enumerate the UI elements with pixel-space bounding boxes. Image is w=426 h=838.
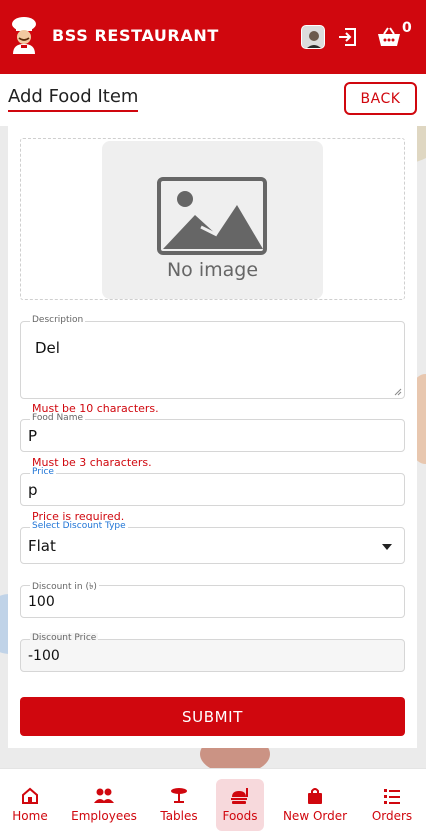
price-value: p bbox=[28, 481, 38, 499]
table-icon bbox=[171, 788, 187, 803]
nav-orders-label: Orders bbox=[371, 809, 413, 823]
logout-icon[interactable] bbox=[337, 26, 359, 48]
food-name-label: Food Name bbox=[30, 413, 85, 423]
bottom-navigation: Home Employees Tables Foods New Order Or… bbox=[0, 768, 426, 838]
shopping-bag-icon bbox=[308, 788, 322, 804]
app-title: BSS RESTAURANT bbox=[52, 26, 219, 45]
back-button[interactable]: BACK bbox=[344, 82, 417, 115]
home-icon bbox=[22, 787, 38, 804]
app-header: BSS RESTAURANT 0 bbox=[0, 0, 426, 74]
image-placeholder-icon bbox=[157, 177, 267, 255]
discount-type-value: Flat bbox=[28, 537, 56, 555]
nav-employees-label: Employees bbox=[71, 809, 137, 823]
image-upload-area[interactable]: No image bbox=[20, 138, 405, 300]
page-title: Add Food Item bbox=[8, 86, 139, 112]
discount-type-label: Select Discount Type bbox=[30, 521, 128, 531]
nav-tables[interactable]: Tables bbox=[157, 779, 201, 831]
resize-grip-icon[interactable] bbox=[394, 388, 402, 396]
description-label: Description bbox=[30, 315, 86, 325]
price-label: Price bbox=[30, 467, 56, 477]
nav-employees[interactable]: Employees bbox=[71, 779, 137, 831]
food-icon bbox=[231, 788, 248, 804]
discount-in-value: 100 bbox=[28, 594, 55, 610]
discount-price-field: Discount Price -100 bbox=[20, 633, 405, 672]
avatar[interactable] bbox=[301, 25, 325, 49]
discount-type-select[interactable]: Select Discount Type Flat bbox=[20, 521, 405, 564]
nav-new-order-label: New Order bbox=[282, 809, 348, 823]
chef-logo-icon bbox=[9, 16, 39, 54]
discount-price-value: -100 bbox=[28, 648, 60, 664]
food-name-field[interactable]: Food Name P bbox=[20, 413, 405, 452]
price-field[interactable]: Price p bbox=[20, 467, 405, 506]
nav-home[interactable]: Home bbox=[8, 779, 52, 831]
cart-count-badge: 0 bbox=[402, 20, 412, 36]
nav-orders[interactable]: Orders bbox=[370, 779, 414, 831]
no-image-placeholder: No image bbox=[102, 141, 323, 299]
discount-in-field[interactable]: Discount in (৳) 100 bbox=[20, 579, 405, 618]
list-icon bbox=[384, 789, 400, 804]
chevron-down-icon[interactable] bbox=[382, 544, 392, 550]
submit-button[interactable]: SUBMIT bbox=[20, 697, 405, 736]
discount-in-label: Discount in (৳) bbox=[30, 579, 99, 594]
no-image-label: No image bbox=[166, 259, 259, 281]
food-name-value: P bbox=[28, 427, 38, 445]
cart-basket-icon[interactable] bbox=[376, 26, 402, 48]
discount-price-label: Discount Price bbox=[30, 633, 99, 643]
page-heading-bar: Add Food Item BACK bbox=[0, 74, 426, 126]
nav-home-label: Home bbox=[12, 809, 48, 823]
description-value: Del bbox=[35, 339, 60, 357]
description-field[interactable]: Description Del bbox=[20, 315, 405, 399]
add-food-form: No image Description Del Must be 10 char… bbox=[8, 126, 417, 748]
nav-tables-label: Tables bbox=[160, 809, 198, 823]
nav-foods-label: Foods bbox=[222, 809, 258, 823]
people-icon bbox=[94, 788, 114, 803]
nav-foods[interactable]: Foods bbox=[216, 779, 264, 831]
nav-new-order[interactable]: New Order bbox=[283, 779, 347, 831]
